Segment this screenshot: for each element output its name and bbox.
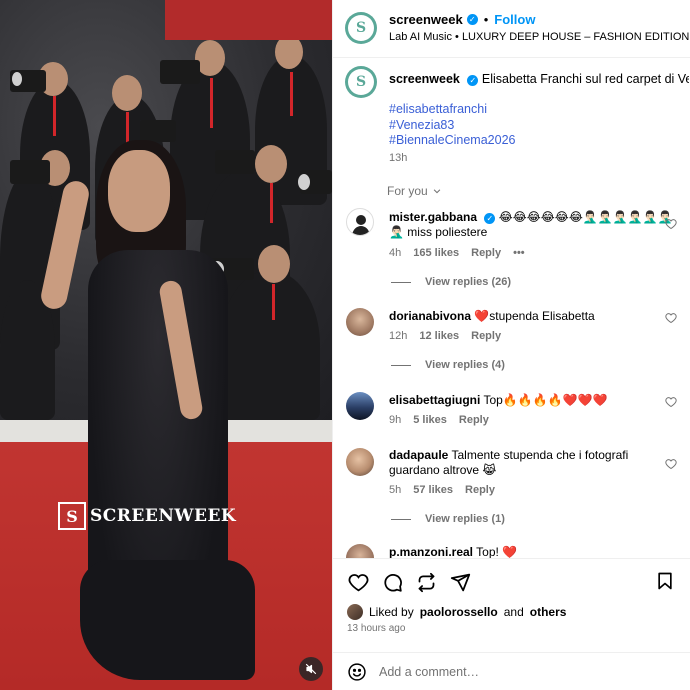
comment-text: ❤️stupenda Elisabetta bbox=[474, 309, 595, 323]
like-comment-heart-icon[interactable] bbox=[665, 396, 677, 408]
likes-others-link[interactable]: others bbox=[530, 605, 567, 619]
commenter-username[interactable]: p.manzoni.real bbox=[389, 545, 473, 558]
post-media[interactable]: S SCREENWEEK bbox=[0, 0, 332, 690]
comment-text: Top! ❤️ bbox=[476, 545, 518, 558]
view-replies-button[interactable]: View replies (26) bbox=[391, 276, 511, 288]
hashtag-link[interactable]: #Venezia83 bbox=[389, 118, 515, 134]
comment-text: Top🔥🔥🔥🔥❤️❤️❤️ bbox=[483, 393, 608, 407]
paper-plane-icon bbox=[450, 573, 470, 591]
hashtag-link[interactable]: #BiennaleCinema2026 bbox=[389, 133, 515, 149]
commenter-avatar[interactable] bbox=[346, 448, 374, 476]
post-timestamp: 13 hours ago bbox=[347, 623, 406, 634]
subject-face bbox=[108, 150, 170, 232]
commenter-username[interactable]: mister.gabbana bbox=[389, 210, 477, 224]
reply-button[interactable]: Reply bbox=[459, 414, 489, 426]
liked-and: and bbox=[503, 605, 524, 619]
caption-timestamp: 13h bbox=[389, 152, 408, 164]
commenter-avatar[interactable] bbox=[346, 308, 374, 336]
commenter-avatar[interactable] bbox=[346, 544, 374, 558]
comment-likes[interactable]: 165 likes bbox=[413, 247, 459, 259]
caption-username[interactable]: screenweek bbox=[389, 72, 460, 86]
repost-button[interactable] bbox=[415, 571, 437, 593]
comment-likes[interactable]: 57 likes bbox=[413, 484, 453, 496]
liked-by-summary[interactable]: Liked by paolorossello and others bbox=[347, 604, 566, 620]
post-actions bbox=[347, 571, 471, 593]
comment-options-button[interactable]: ••• bbox=[513, 247, 525, 259]
reply-button[interactable]: Reply bbox=[471, 330, 501, 342]
screenweek-watermark: S SCREENWEEK bbox=[58, 502, 236, 530]
comment-likes[interactable]: 12 likes bbox=[419, 330, 459, 342]
heart-icon bbox=[348, 573, 368, 591]
post-header: S screenweek ✓ • Follow Lab AI Music • L… bbox=[333, 0, 690, 58]
hashtag-link[interactable]: #elisabettafranchi bbox=[389, 102, 515, 118]
verified-badge-icon: ✓ bbox=[466, 14, 478, 25]
comment-time: 4h bbox=[389, 247, 402, 259]
post-detail-panel: S screenweek ✓ • Follow Lab AI Music • L… bbox=[332, 0, 690, 690]
comment-time: 12h bbox=[389, 330, 408, 342]
like-comment-heart-icon[interactable] bbox=[665, 458, 677, 470]
save-button[interactable] bbox=[655, 571, 677, 593]
share-button[interactable] bbox=[449, 571, 471, 593]
comment-input[interactable] bbox=[379, 661, 669, 683]
bookmark-icon bbox=[658, 572, 672, 590]
sponsor-banner bbox=[165, 0, 332, 40]
caption-avatar[interactable]: S bbox=[345, 66, 377, 98]
reply-button[interactable]: Reply bbox=[471, 247, 501, 259]
comment-time: 5h bbox=[389, 484, 402, 496]
like-comment-heart-icon[interactable] bbox=[665, 312, 677, 324]
liker-avatar bbox=[347, 604, 363, 620]
caption-text: Elisabetta Franchi sul red carpet di Ven… bbox=[481, 72, 689, 86]
caption-hashtags: #elisabettafranchi #Venezia83 #BiennaleC… bbox=[389, 102, 515, 149]
commenter-avatar[interactable] bbox=[346, 208, 374, 236]
post-footer: Liked by paolorossello and others 13 hou… bbox=[333, 558, 690, 690]
speaker-muted-icon bbox=[305, 663, 317, 675]
chevron-down-icon bbox=[433, 189, 440, 194]
comment-bubble-icon bbox=[383, 573, 402, 592]
like-comment-heart-icon[interactable] bbox=[665, 218, 677, 230]
comment-time: 9h bbox=[389, 414, 402, 426]
author-username[interactable]: screenweek bbox=[389, 12, 463, 27]
watermark-logo: S bbox=[58, 502, 86, 530]
reply-button[interactable]: Reply bbox=[465, 484, 495, 496]
liker-username[interactable]: paolorossello bbox=[420, 605, 498, 619]
liked-prefix: Liked by bbox=[369, 605, 414, 619]
repost-icon bbox=[418, 572, 434, 592]
comment-sort-dropdown[interactable]: For you bbox=[387, 184, 442, 198]
author-avatar[interactable]: S bbox=[345, 12, 377, 44]
mute-button[interactable] bbox=[299, 657, 323, 681]
sort-label: For you bbox=[387, 184, 428, 198]
watermark-text: SCREENWEEK bbox=[90, 506, 237, 526]
verified-badge-icon: ✓ bbox=[484, 213, 496, 224]
add-comment-bar bbox=[333, 652, 690, 690]
smiley-icon[interactable] bbox=[347, 662, 367, 682]
subject-dress-train bbox=[80, 560, 255, 680]
verified-badge-icon: ✓ bbox=[467, 75, 479, 86]
follow-button[interactable]: Follow bbox=[494, 12, 535, 27]
commenter-avatar[interactable] bbox=[346, 392, 374, 420]
comment-button[interactable] bbox=[381, 571, 403, 593]
view-replies-button[interactable]: View replies (4) bbox=[391, 359, 505, 371]
audio-track-link[interactable]: Lab AI Music • LUXURY DEEP HOUSE – FASHI… bbox=[389, 31, 689, 43]
commenter-username[interactable]: dadapaule bbox=[389, 448, 448, 462]
comments-list[interactable]: S screenweek ✓ Elisabetta Franchi sul re… bbox=[333, 58, 690, 558]
comment-likes[interactable]: 5 likes bbox=[413, 414, 447, 426]
separator-dot: • bbox=[483, 12, 489, 27]
commenter-username[interactable]: elisabettagiugni bbox=[389, 393, 480, 407]
commenter-username[interactable]: dorianabivona bbox=[389, 309, 471, 323]
view-replies-button[interactable]: View replies (1) bbox=[391, 513, 505, 525]
like-button[interactable] bbox=[347, 571, 369, 593]
